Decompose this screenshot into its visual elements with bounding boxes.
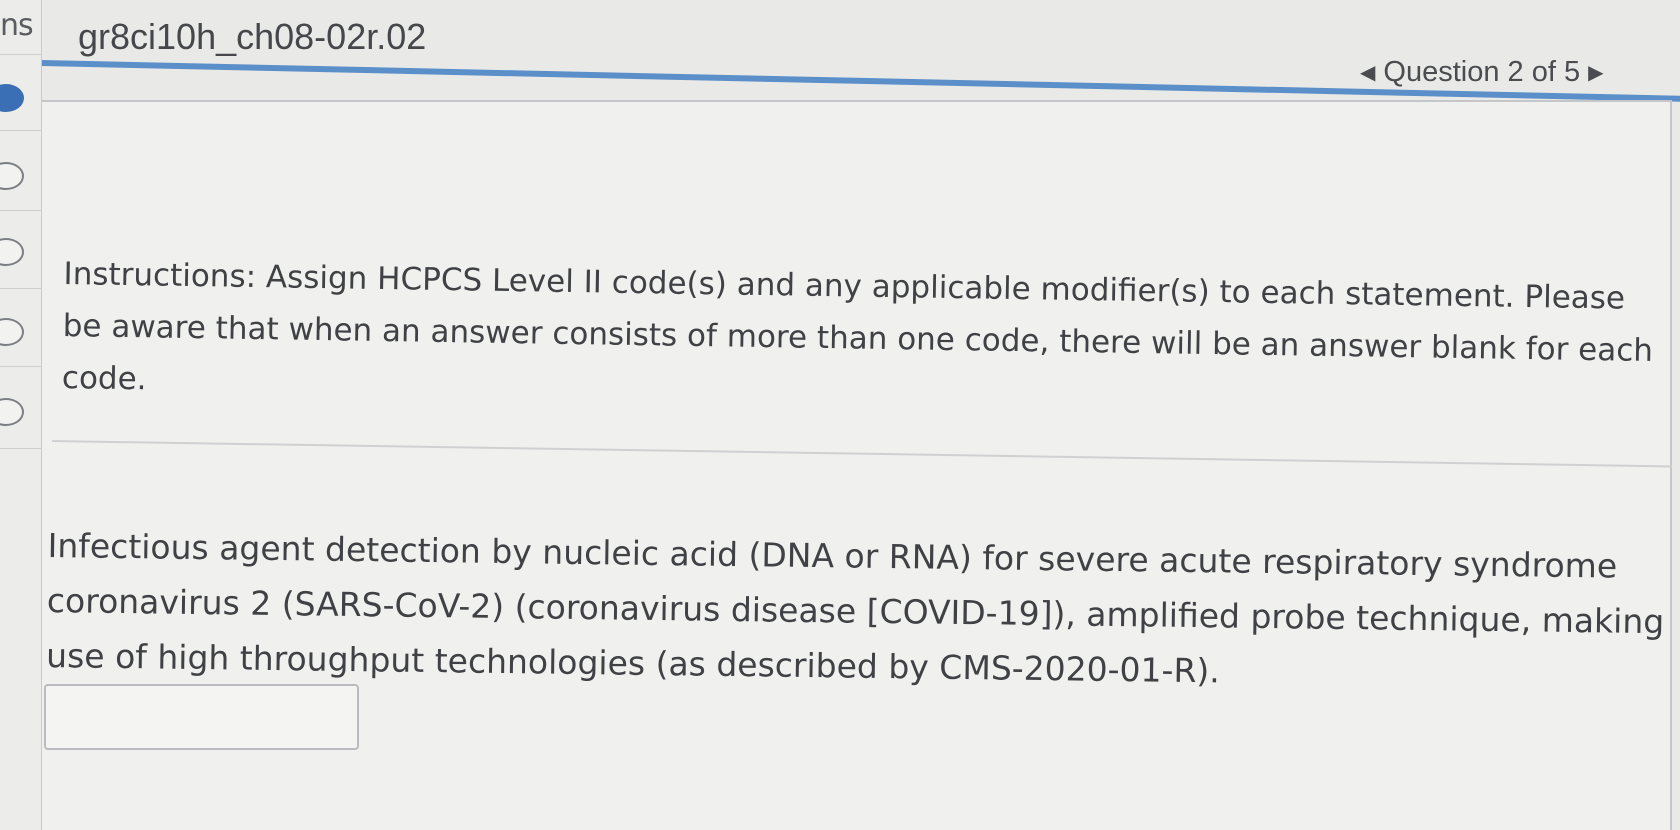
answer-input[interactable] [44, 684, 359, 750]
question-navigator: ◀ Question 2 of 5 ▶ [1360, 56, 1603, 89]
assignment-page: ns gr8ci10h_ch08-02r.02 ◀ Question 2 of … [0, 0, 1680, 830]
question-4-dot-icon[interactable] [0, 318, 24, 346]
rail-divider [0, 130, 42, 131]
rail-divider [0, 288, 42, 289]
rail-divider [0, 210, 42, 211]
rail-divider [0, 448, 42, 449]
triangle-right-icon[interactable]: ▶ [1588, 60, 1603, 85]
rail-tab-label: ns [0, 8, 34, 43]
question-counter: Question 2 of 5 [1383, 56, 1581, 88]
question-rail: ns [0, 0, 42, 830]
question-instructions: Instructions: Assign HCPCS Level II code… [61, 255, 1654, 398]
assignment-title: gr8ci10h_ch08-02r.02 [78, 16, 427, 57]
rail-divider [0, 54, 42, 55]
question-5-dot-icon[interactable] [0, 398, 24, 426]
rail-divider [0, 366, 42, 367]
question-3-dot-icon[interactable] [0, 238, 24, 266]
question-2-dot-icon[interactable] [0, 162, 24, 190]
question-1-dot-icon[interactable] [0, 84, 24, 112]
triangle-left-icon[interactable]: ◀ [1360, 60, 1375, 85]
question-statement: Infectious agent detection by nucleic ac… [45, 525, 1665, 691]
